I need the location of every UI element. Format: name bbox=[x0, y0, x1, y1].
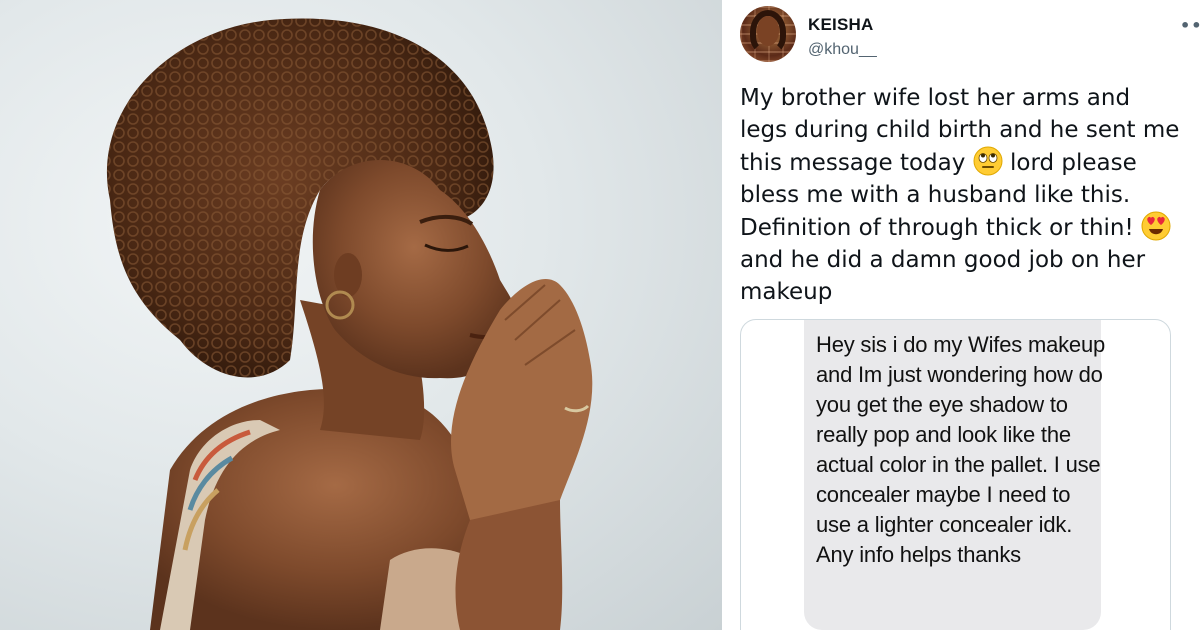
message-bubble-text: Hey sis i do my Wifes makeup and Im just… bbox=[816, 332, 1106, 567]
tweet-text: My brother wife lost her arms and legs d… bbox=[740, 82, 1180, 308]
photo-woman-praying bbox=[0, 0, 722, 630]
tweet-header: KEISHA @khou__ ••• bbox=[740, 6, 1200, 66]
face-with-rolling-eyes-icon bbox=[973, 146, 1003, 176]
author-handle[interactable]: @khou__ bbox=[808, 41, 877, 59]
smiling-face-with-heart-eyes-icon bbox=[1141, 211, 1171, 241]
author-display-name[interactable]: KEISHA bbox=[808, 15, 873, 35]
tweet-card: KEISHA @khou__ ••• My brother wife lost … bbox=[722, 0, 1200, 630]
praying-woman-illustration bbox=[106, 18, 593, 630]
embedded-media-card[interactable]: Hey sis i do my Wifes makeup and Im just… bbox=[740, 319, 1171, 630]
author-avatar[interactable] bbox=[740, 6, 796, 62]
tweet-text-part-3: and he did a damn good job on her makeup bbox=[740, 247, 1146, 305]
more-options-icon[interactable]: ••• bbox=[1180, 18, 1200, 34]
